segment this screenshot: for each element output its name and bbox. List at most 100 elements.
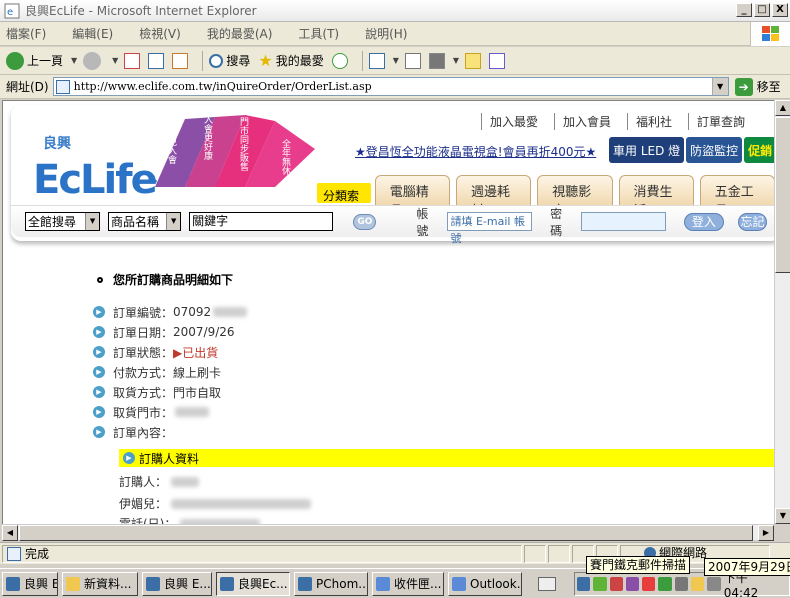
update-icon[interactable] bbox=[658, 577, 672, 591]
menu-tools[interactable]: 工具(T) bbox=[298, 25, 339, 42]
tab-av[interactable]: 視聽影音 bbox=[537, 175, 613, 219]
banner-led[interactable]: 車用 LED 燈 bbox=[609, 137, 685, 163]
menu-favorites[interactable]: 我的最愛(A) bbox=[207, 25, 273, 42]
link-welfare[interactable]: 福利社 bbox=[627, 113, 680, 130]
forward-button[interactable] bbox=[83, 51, 104, 70]
favorites-button[interactable]: ★ 我的最愛 bbox=[258, 51, 323, 70]
link-join-member[interactable]: 加入會員 bbox=[554, 113, 619, 130]
task-button-7[interactable]: Outlook... bbox=[448, 571, 522, 596]
shield-icon[interactable] bbox=[609, 577, 623, 591]
tab-peripherals[interactable]: 週邊耗材 bbox=[456, 175, 532, 219]
buyer-section-title: 訂購人資料 bbox=[139, 451, 200, 466]
task-label: 收件匣... bbox=[394, 577, 442, 591]
close-button[interactable]: X bbox=[772, 3, 788, 17]
keyboard-icon[interactable] bbox=[538, 577, 556, 591]
category-index[interactable]: 分類索引 bbox=[317, 183, 371, 220]
address-dropdown-icon[interactable]: ▼ bbox=[711, 78, 728, 95]
menu-help[interactable]: 說明(H) bbox=[365, 25, 407, 42]
fan-label-4: 全年無休 bbox=[280, 139, 290, 175]
keyword-input[interactable]: 關鍵字 bbox=[189, 212, 334, 231]
go-label: 移至 bbox=[756, 80, 781, 94]
order-field-pickup: ▶ 取貨方式： 門市自取 bbox=[93, 382, 774, 402]
messenger-tray-icon[interactable] bbox=[593, 577, 607, 591]
status-value: ▶已出貨 bbox=[173, 345, 219, 360]
field-label: 取貨門市： bbox=[113, 405, 174, 420]
password-input[interactable] bbox=[581, 212, 666, 231]
forward-arrow-icon bbox=[83, 51, 102, 70]
title-bar: e 良興EcLife - Microsoft Internet Explorer… bbox=[0, 0, 790, 22]
account-input[interactable]: 請填 E-mail 帳號 bbox=[447, 212, 533, 245]
login-button[interactable]: 登入 bbox=[683, 212, 725, 231]
tab-computers[interactable]: 電腦精品 bbox=[374, 175, 451, 219]
scroll-left-icon[interactable]: ◀ bbox=[2, 525, 18, 541]
link-add-favorite[interactable]: 加入最愛 bbox=[481, 113, 546, 130]
task-label: 新資料... bbox=[84, 577, 132, 591]
back-button[interactable]: 上一頁 bbox=[6, 51, 63, 70]
print-icon[interactable] bbox=[404, 52, 421, 69]
promo-link[interactable]: ★登昌恆全功能液晶電視盒!會員再折400元★ bbox=[355, 143, 596, 160]
scroll-up-icon[interactable]: ▲ bbox=[775, 100, 790, 116]
antivirus-icon[interactable] bbox=[642, 577, 656, 591]
menu-bar: 檔案(F) 編輯(E) 檢視(V) 我的最愛(A) 工具(T) 說明(H) bbox=[0, 22, 790, 46]
task-button-1[interactable]: 良興 E... bbox=[2, 571, 58, 596]
status-text: 完成 bbox=[25, 547, 50, 561]
go-button[interactable]: ➔ 移至 bbox=[734, 77, 781, 96]
tab-lifestyle[interactable]: 消費生活 bbox=[618, 175, 694, 219]
stop-icon[interactable] bbox=[124, 52, 141, 69]
menu-view[interactable]: 檢視(V) bbox=[139, 25, 181, 42]
outlook-icon bbox=[452, 576, 466, 591]
minimize-button[interactable]: _ bbox=[736, 3, 752, 17]
play-arrow-icon: ▶ bbox=[93, 366, 105, 378]
task-button-6[interactable]: 收件匣... bbox=[372, 571, 444, 596]
tool-icon[interactable] bbox=[707, 577, 721, 591]
discuss-icon[interactable] bbox=[465, 52, 482, 69]
field-label: 訂單狀態： bbox=[113, 345, 174, 360]
link-order-query[interactable]: 訂單查詢 bbox=[688, 113, 753, 130]
messenger-icon[interactable] bbox=[489, 52, 506, 69]
warning-icon[interactable] bbox=[691, 577, 705, 591]
horizontal-scroll-thumb[interactable] bbox=[19, 525, 753, 541]
edit-icon[interactable] bbox=[428, 52, 445, 69]
home-icon[interactable] bbox=[172, 52, 189, 69]
vertical-scrollbar[interactable]: ▲ ▼ bbox=[774, 100, 790, 524]
menu-edit[interactable]: 編輯(E) bbox=[72, 25, 113, 42]
site-logo[interactable]: 良興 EcLife ·COM·TW 購物免入會 入會更好康 門市同步販售 全年無… bbox=[25, 109, 345, 209]
task-button-5[interactable]: PChom... bbox=[294, 571, 368, 596]
refresh-icon[interactable] bbox=[148, 52, 165, 69]
task-button-3[interactable]: 良興 E... bbox=[142, 571, 212, 596]
mail-dropdown-icon[interactable]: ▼ bbox=[393, 56, 399, 65]
mail-icon[interactable] bbox=[368, 52, 385, 69]
redacted-mask bbox=[171, 498, 312, 509]
maximize-button[interactable]: □ bbox=[754, 3, 770, 17]
scope-select[interactable]: 全館搜尋 ▼ bbox=[25, 212, 101, 231]
forward-dropdown-icon[interactable]: ▼ bbox=[112, 56, 118, 65]
edit-dropdown-icon[interactable]: ▼ bbox=[453, 56, 459, 65]
search-button[interactable]: 搜尋 bbox=[209, 52, 250, 69]
tab-hardware[interactable]: 五金工具 bbox=[699, 175, 774, 219]
play-arrow-icon: ▶ bbox=[93, 326, 105, 338]
scroll-down-icon[interactable]: ▼ bbox=[775, 508, 790, 524]
network-icon[interactable] bbox=[577, 577, 591, 591]
task-button-2[interactable]: 新資料... bbox=[62, 571, 138, 596]
forgot-button[interactable]: 忘記 bbox=[738, 212, 767, 231]
banner-promo[interactable]: 促銷 bbox=[744, 137, 774, 163]
volume-icon[interactable] bbox=[674, 577, 689, 591]
task-button-4[interactable]: 良興Ec... bbox=[216, 571, 290, 596]
vertical-scroll-thumb[interactable] bbox=[775, 117, 790, 273]
banner-security[interactable]: 防盜監控 bbox=[686, 137, 743, 163]
field-select[interactable]: 商品名稱 ▼ bbox=[108, 212, 182, 231]
address-input[interactable]: http://www.eclife.com.tw/inQuireOrder/Or… bbox=[52, 77, 729, 96]
account-label: 帳號 bbox=[416, 206, 429, 238]
back-dropdown-icon[interactable]: ▼ bbox=[71, 56, 77, 65]
search-go-button[interactable]: GO bbox=[353, 213, 377, 230]
mail-scan-icon[interactable] bbox=[625, 577, 640, 591]
field-label: 訂單日期： bbox=[113, 325, 174, 340]
window-title: 良興EcLife - Microsoft Internet Explorer bbox=[25, 4, 257, 18]
menu-file[interactable]: 檔案(F) bbox=[6, 25, 46, 42]
horizontal-scrollbar[interactable]: ◀ ▶ bbox=[2, 524, 774, 541]
scroll-right-icon[interactable]: ▶ bbox=[758, 525, 774, 541]
order-field-date: ▶ 訂單日期： 2007/9/26 bbox=[93, 322, 774, 342]
toolbar: 上一頁 ▼ ▼ 搜尋 ★ 我的最愛 ▼ ▼ bbox=[0, 47, 790, 75]
media-icon[interactable] bbox=[331, 52, 348, 69]
task-label: 良興 E... bbox=[24, 577, 57, 591]
